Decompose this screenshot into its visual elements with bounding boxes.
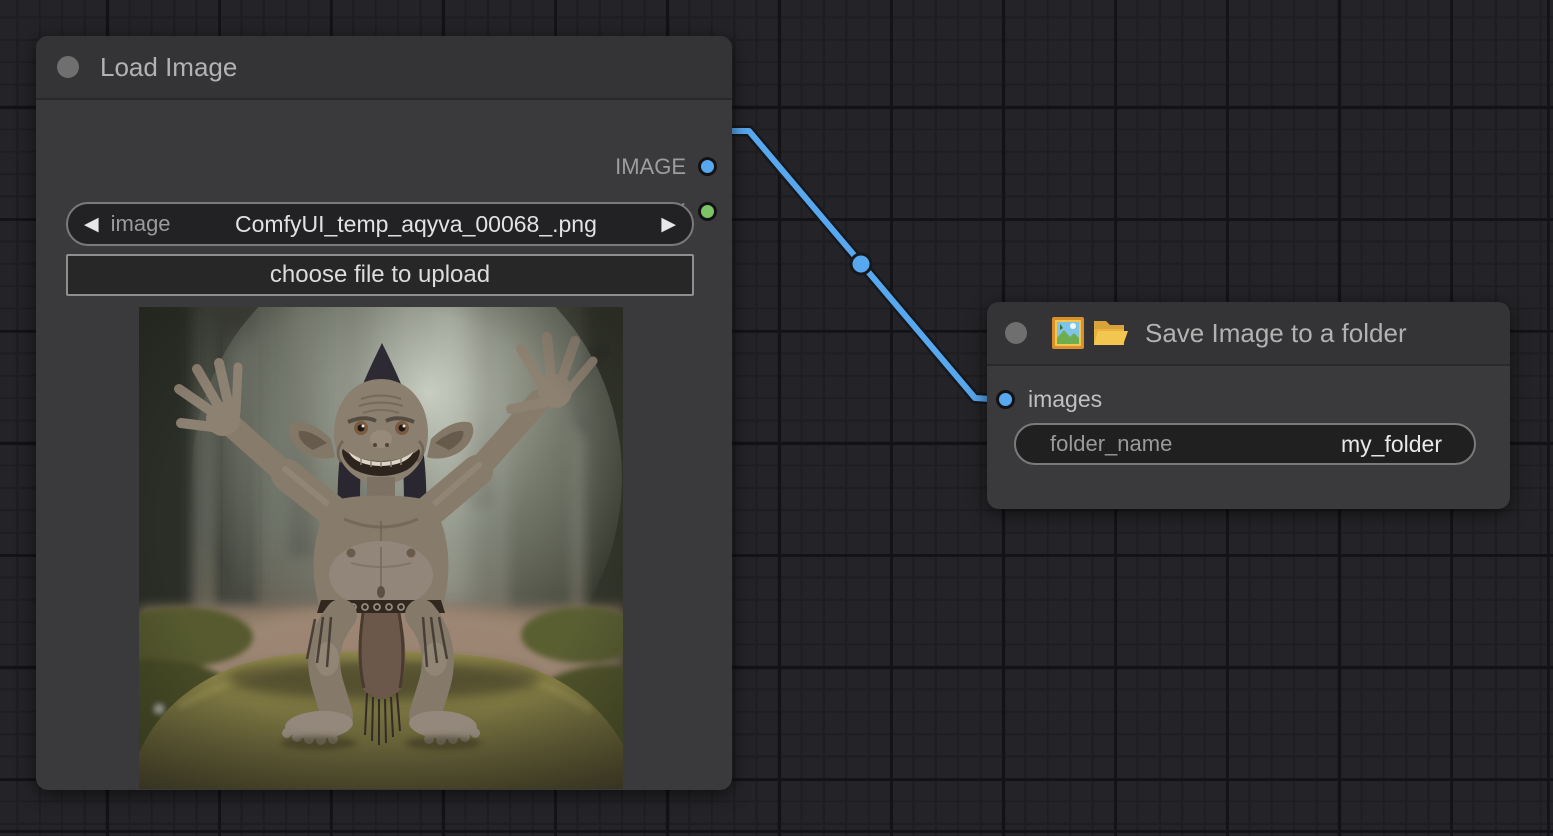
folder-name-widget[interactable]: folder_name my_folder: [1014, 423, 1476, 465]
framed-picture-icon: [1051, 316, 1085, 350]
image-combo-widget[interactable]: ◀ image ComfyUI_temp_aqyva_00068_.png ▶: [66, 202, 694, 246]
image-preview[interactable]: [139, 307, 623, 789]
node-graph-canvas[interactable]: Load Image IMAGE MASK ◀ image ComfyUI_te…: [0, 0, 1553, 836]
image-combo-value: ComfyUI_temp_aqyva_00068_.png: [171, 211, 662, 238]
save-image-node[interactable]: Save Image to a folder images folder_nam…: [987, 302, 1510, 509]
output-label-image: IMAGE: [615, 154, 686, 180]
image-combo-label: image: [111, 211, 171, 237]
folder-name-value: my_folder: [1341, 431, 1442, 458]
output-dot-mask[interactable]: [698, 202, 717, 221]
node-collapse-dot[interactable]: [1005, 322, 1027, 344]
load-image-node-titlebar[interactable]: Load Image: [36, 36, 732, 100]
input-label-images: images: [1028, 386, 1102, 413]
choose-file-button[interactable]: choose file to upload: [66, 254, 694, 296]
open-folder-icon: [1091, 317, 1131, 349]
node-collapse-dot[interactable]: [57, 56, 79, 78]
input-dot-images[interactable]: [996, 390, 1015, 409]
combo-prev-icon[interactable]: ◀: [84, 215, 99, 234]
output-dot-image[interactable]: [698, 157, 717, 176]
link-wire[interactable]: [732, 131, 1006, 400]
folder-name-label: folder_name: [1050, 431, 1172, 457]
node-title: Load Image: [100, 52, 237, 83]
save-image-node-titlebar[interactable]: Save Image to a folder: [987, 302, 1510, 366]
load-image-node[interactable]: Load Image IMAGE MASK ◀ image ComfyUI_te…: [36, 36, 732, 790]
combo-next-icon[interactable]: ▶: [661, 215, 676, 234]
troll-forest-illustration: [139, 307, 623, 789]
node-title: Save Image to a folder: [1145, 318, 1407, 349]
link-wire-outline: [732, 131, 1006, 400]
link-midpoint-dot[interactable]: [851, 254, 871, 274]
